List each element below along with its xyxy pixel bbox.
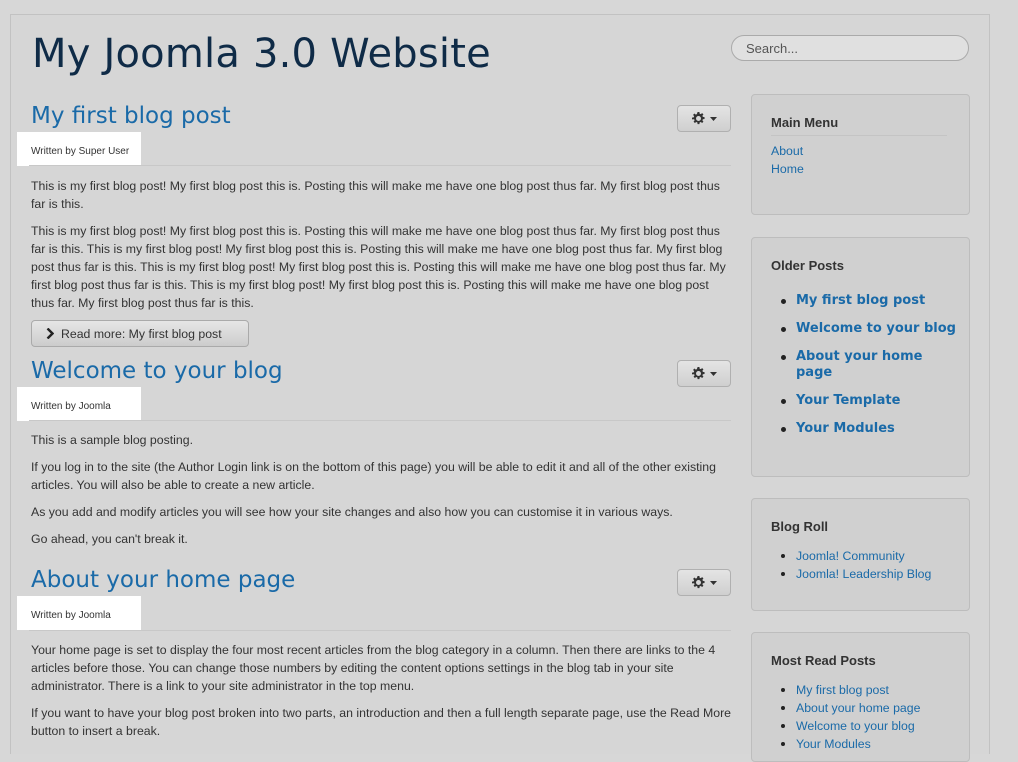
article-byline: Written by Joomla — [17, 387, 141, 421]
list-item: Your Modules — [778, 421, 958, 437]
blog-roll-link[interactable]: Joomla! Leadership Blog — [796, 567, 931, 581]
list-item: Your Template — [778, 393, 958, 409]
article-paragraph: Go ahead, you can't break it. — [31, 532, 188, 546]
article-paragraph: This is my first blog post! My first blo… — [31, 179, 720, 211]
post-link[interactable]: My first blog post — [796, 683, 889, 697]
list-item: Joomla! Community — [778, 547, 931, 565]
caret-down-icon — [709, 580, 717, 585]
list-item: About your home page — [778, 349, 958, 381]
article-paragraph: As you add and modify articles you will … — [31, 505, 673, 519]
menu-link[interactable]: About — [771, 144, 803, 158]
article-paragraph: Your home page is set to display the fou… — [31, 643, 716, 693]
read-more-button[interactable]: Read more: My first blog post — [31, 320, 249, 347]
gear-icon — [691, 367, 705, 380]
post-link[interactable]: Your Modules — [796, 737, 871, 751]
list-item: My first blog post — [778, 681, 920, 699]
article-tools-button[interactable] — [677, 360, 731, 387]
module-title: Most Read Posts — [771, 653, 876, 668]
caret-down-icon — [709, 116, 717, 121]
article-tools-button[interactable] — [677, 105, 731, 132]
post-link[interactable]: Welcome to your blog — [796, 719, 915, 733]
menu-item-home: Home — [771, 160, 804, 178]
article-paragraph: This is my first blog post! My first blo… — [31, 224, 726, 310]
list-item: Welcome to your blog — [778, 717, 920, 735]
site-title[interactable]: My Joomla 3.0 Website — [32, 34, 491, 74]
module-title: Blog Roll — [771, 519, 829, 534]
chevron-right-icon — [46, 328, 54, 339]
page-container: My Joomla 3.0 Website My first blog post… — [10, 14, 990, 762]
most-read-module: Most Read Posts My first blog post About… — [751, 632, 970, 762]
list-item: Joomla! Leadership Blog — [778, 565, 931, 583]
search-input[interactable] — [731, 35, 969, 61]
older-posts-list: My first blog post Welcome to your blog … — [778, 293, 958, 449]
list-item: My first blog post — [778, 293, 958, 309]
article-byline: Written by Super User — [17, 132, 141, 166]
post-link[interactable]: Your Template — [796, 393, 900, 408]
older-posts-module: Older Posts My first blog post Welcome t… — [751, 237, 970, 477]
article-tools-button[interactable] — [677, 569, 731, 596]
blog-roll-link[interactable]: Joomla! Community — [796, 549, 905, 563]
blog-roll-list: Joomla! Community Joomla! Leadership Blo… — [778, 547, 931, 583]
article-byline: Written by Joomla — [17, 596, 141, 630]
menu-link[interactable]: Home — [771, 162, 804, 176]
post-link[interactable]: About your home page — [796, 701, 920, 715]
divider — [29, 630, 731, 631]
article-title[interactable]: Welcome to your blog — [31, 360, 731, 383]
article-paragraph: If you want to have your blog post broke… — [31, 706, 732, 738]
post-link[interactable]: About your home page — [796, 349, 922, 380]
article-paragraph: This is a sample blog posting. — [31, 433, 193, 447]
module-title: Older Posts — [771, 258, 844, 273]
divider — [771, 135, 947, 136]
post-link[interactable]: My first blog post — [796, 293, 925, 308]
post-link[interactable]: Your Modules — [796, 421, 895, 436]
divider — [29, 165, 731, 166]
article-welcome-to-your-blog: Welcome to your blog Written by Joomla T… — [17, 360, 731, 560]
list-item: Welcome to your blog — [778, 321, 958, 337]
article-title[interactable]: My first blog post — [31, 105, 731, 128]
article-title[interactable]: About your home page — [31, 569, 731, 592]
most-read-list: My first blog post About your home page … — [778, 681, 920, 753]
article-my-first-blog-post: My first blog post Written by Super User… — [17, 105, 731, 350]
read-more-label: Read more: My first blog post — [61, 326, 222, 341]
article-paragraph: If you log in to the site (the Author Lo… — [31, 460, 716, 492]
list-item: About your home page — [778, 699, 920, 717]
caret-down-icon — [709, 371, 717, 376]
gear-icon — [691, 112, 705, 125]
blog-roll-module: Blog Roll Joomla! Community Joomla! Lead… — [751, 498, 970, 611]
gear-icon — [691, 576, 705, 589]
main-menu-list: About Home — [771, 142, 804, 178]
post-link[interactable]: Welcome to your blog — [796, 321, 956, 336]
article-about-your-home-page: About your home page Written by Joomla Y… — [17, 569, 732, 755]
list-item: Your Modules — [778, 735, 920, 753]
main-menu-module: Main Menu About Home — [751, 94, 970, 215]
module-title: Main Menu — [771, 115, 839, 130]
divider — [29, 420, 731, 421]
menu-item-about: About — [771, 142, 804, 160]
